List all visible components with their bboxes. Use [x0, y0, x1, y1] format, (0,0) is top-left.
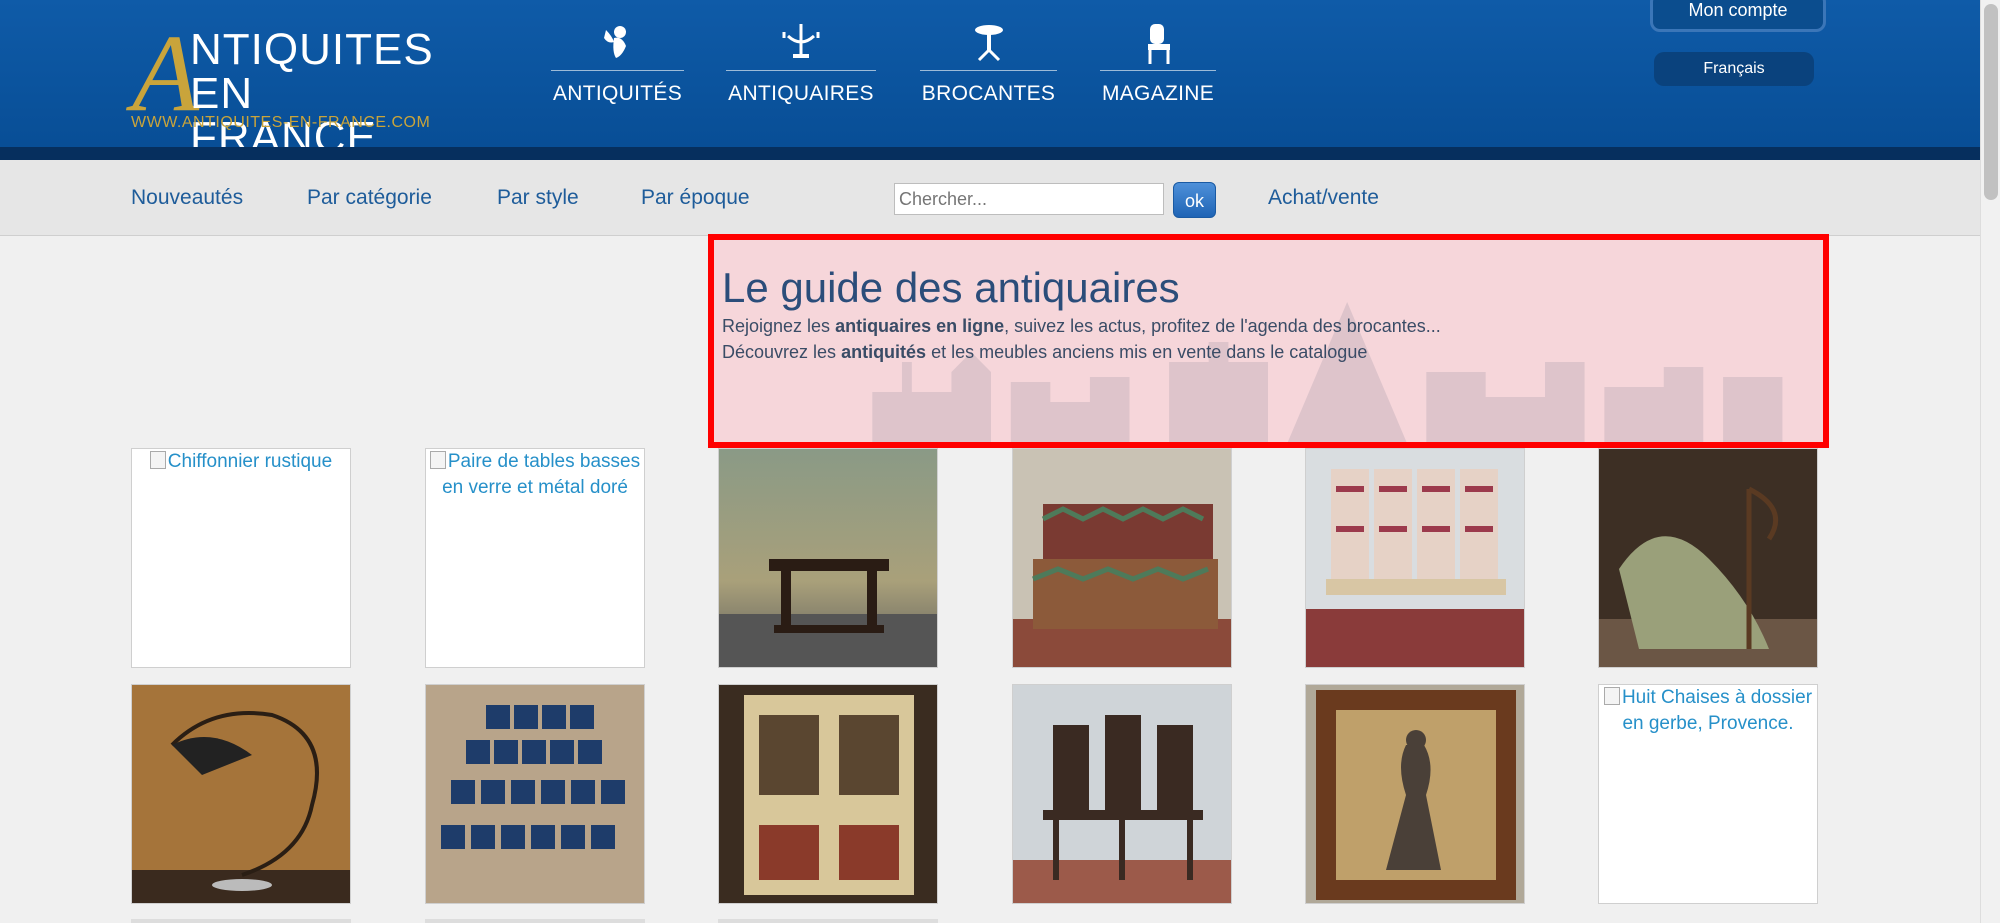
product-photo-chairs-row [1306, 449, 1524, 667]
product-card[interactable] [1012, 448, 1232, 668]
chair-icon [1100, 22, 1216, 66]
logo-line-1: NTIQUITES [190, 25, 434, 74]
product-card[interactable] [718, 448, 938, 668]
hero-line-2: Découvrez les antiquités et les meubles … [722, 342, 1368, 362]
product-photo-carved-chairs [1013, 685, 1231, 903]
nav-label: ANTIQUITÉS [552, 82, 682, 105]
product-photo-rustic-sculpture [1599, 449, 1817, 667]
product-card[interactable] [718, 684, 938, 904]
scrollbar-thumb[interactable] [1984, 4, 1998, 200]
side-table-icon [920, 22, 1057, 66]
product-card[interactable] [1305, 448, 1525, 668]
nav-par-epoque[interactable]: Par époque [641, 186, 750, 210]
product-alt-text: Chiffonnier rustique [132, 449, 350, 475]
product-card[interactable] [131, 919, 351, 923]
nav-brocantes[interactable]: BROCANTES [920, 22, 1057, 112]
nav-achat-vente[interactable]: Achat/vente [1268, 186, 1379, 210]
site-header: A NTIQUITES EN FRANCE WWW.ANTIQUITES-EN-… [0, 0, 2000, 160]
guide-banner: Le guide des antiquaires Rejoignez les a… [708, 234, 1829, 448]
hero-title: Le guide des antiquaires [722, 264, 1180, 311]
product-photo-painted-cabinet [719, 685, 937, 903]
product-alt-text: Paire de tables basses en verre et métal… [426, 449, 644, 501]
language-select[interactable]: Français [1654, 52, 1814, 86]
candelabra-icon [726, 22, 876, 66]
product-photo-arc-lamp [132, 685, 350, 903]
site-logo[interactable]: A NTIQUITES EN FRANCE WWW.ANTIQUITES-EN-… [130, 18, 440, 160]
product-card[interactable] [131, 684, 351, 904]
product-card[interactable] [1598, 448, 1818, 668]
nav-antiquaires[interactable]: ANTIQUAIRES [726, 22, 876, 112]
product-photo-console-table [719, 449, 937, 667]
page-scrollbar[interactable] [1980, 0, 2000, 923]
product-photo-framed-painting [1306, 685, 1524, 903]
product-card[interactable] [718, 919, 938, 923]
nav-par-categorie[interactable]: Par catégorie [307, 186, 432, 210]
hero-line-1: Rejoignez les antiquaires en ligne, suiv… [722, 316, 1441, 336]
product-card[interactable] [425, 919, 645, 923]
search-button[interactable]: ok [1173, 182, 1216, 218]
product-alt-text: Huit Chaises à dossier en gerbe, Provenc… [1599, 685, 1817, 737]
nav-nouveautes[interactable]: Nouveautés [131, 186, 243, 210]
search-input[interactable] [894, 183, 1164, 215]
nav-magazine[interactable]: MAGAZINE [1100, 22, 1216, 112]
account-button[interactable]: Mon compte [1650, 0, 1826, 32]
product-card[interactable]: Chiffonnier rustique [131, 448, 351, 668]
nav-antiquites[interactable]: ANTIQUITÉS [551, 22, 684, 112]
broken-image-icon [1603, 687, 1620, 705]
broken-image-icon [429, 451, 446, 469]
link-antiquaires-en-ligne[interactable]: antiquaires en ligne [835, 316, 1004, 336]
product-card[interactable]: Huit Chaises à dossier en gerbe, Provenc… [1598, 684, 1818, 904]
logo-url: WWW.ANTIQUITES-EN-FRANCE.COM [131, 114, 431, 131]
product-photo-pots-pyramid [426, 685, 644, 903]
product-card[interactable]: Paire de tables basses en verre et métal… [425, 448, 645, 668]
cherub-icon [551, 22, 684, 66]
broken-image-icon [149, 451, 166, 469]
product-card[interactable] [1012, 684, 1232, 904]
product-card[interactable] [1305, 684, 1525, 904]
product-card[interactable] [425, 684, 645, 904]
nav-label: ANTIQUAIRES [728, 82, 874, 105]
header-divider [0, 147, 2000, 160]
nav-label: BROCANTES [921, 82, 1056, 105]
nav-label: MAGAZINE [1101, 82, 1215, 105]
secondary-nav: Nouveautés Par catégorie Par style Par é… [0, 160, 2000, 236]
link-antiquites[interactable]: antiquités [841, 342, 926, 362]
product-photo-armchair [1013, 449, 1231, 667]
nav-par-style[interactable]: Par style [497, 186, 579, 210]
